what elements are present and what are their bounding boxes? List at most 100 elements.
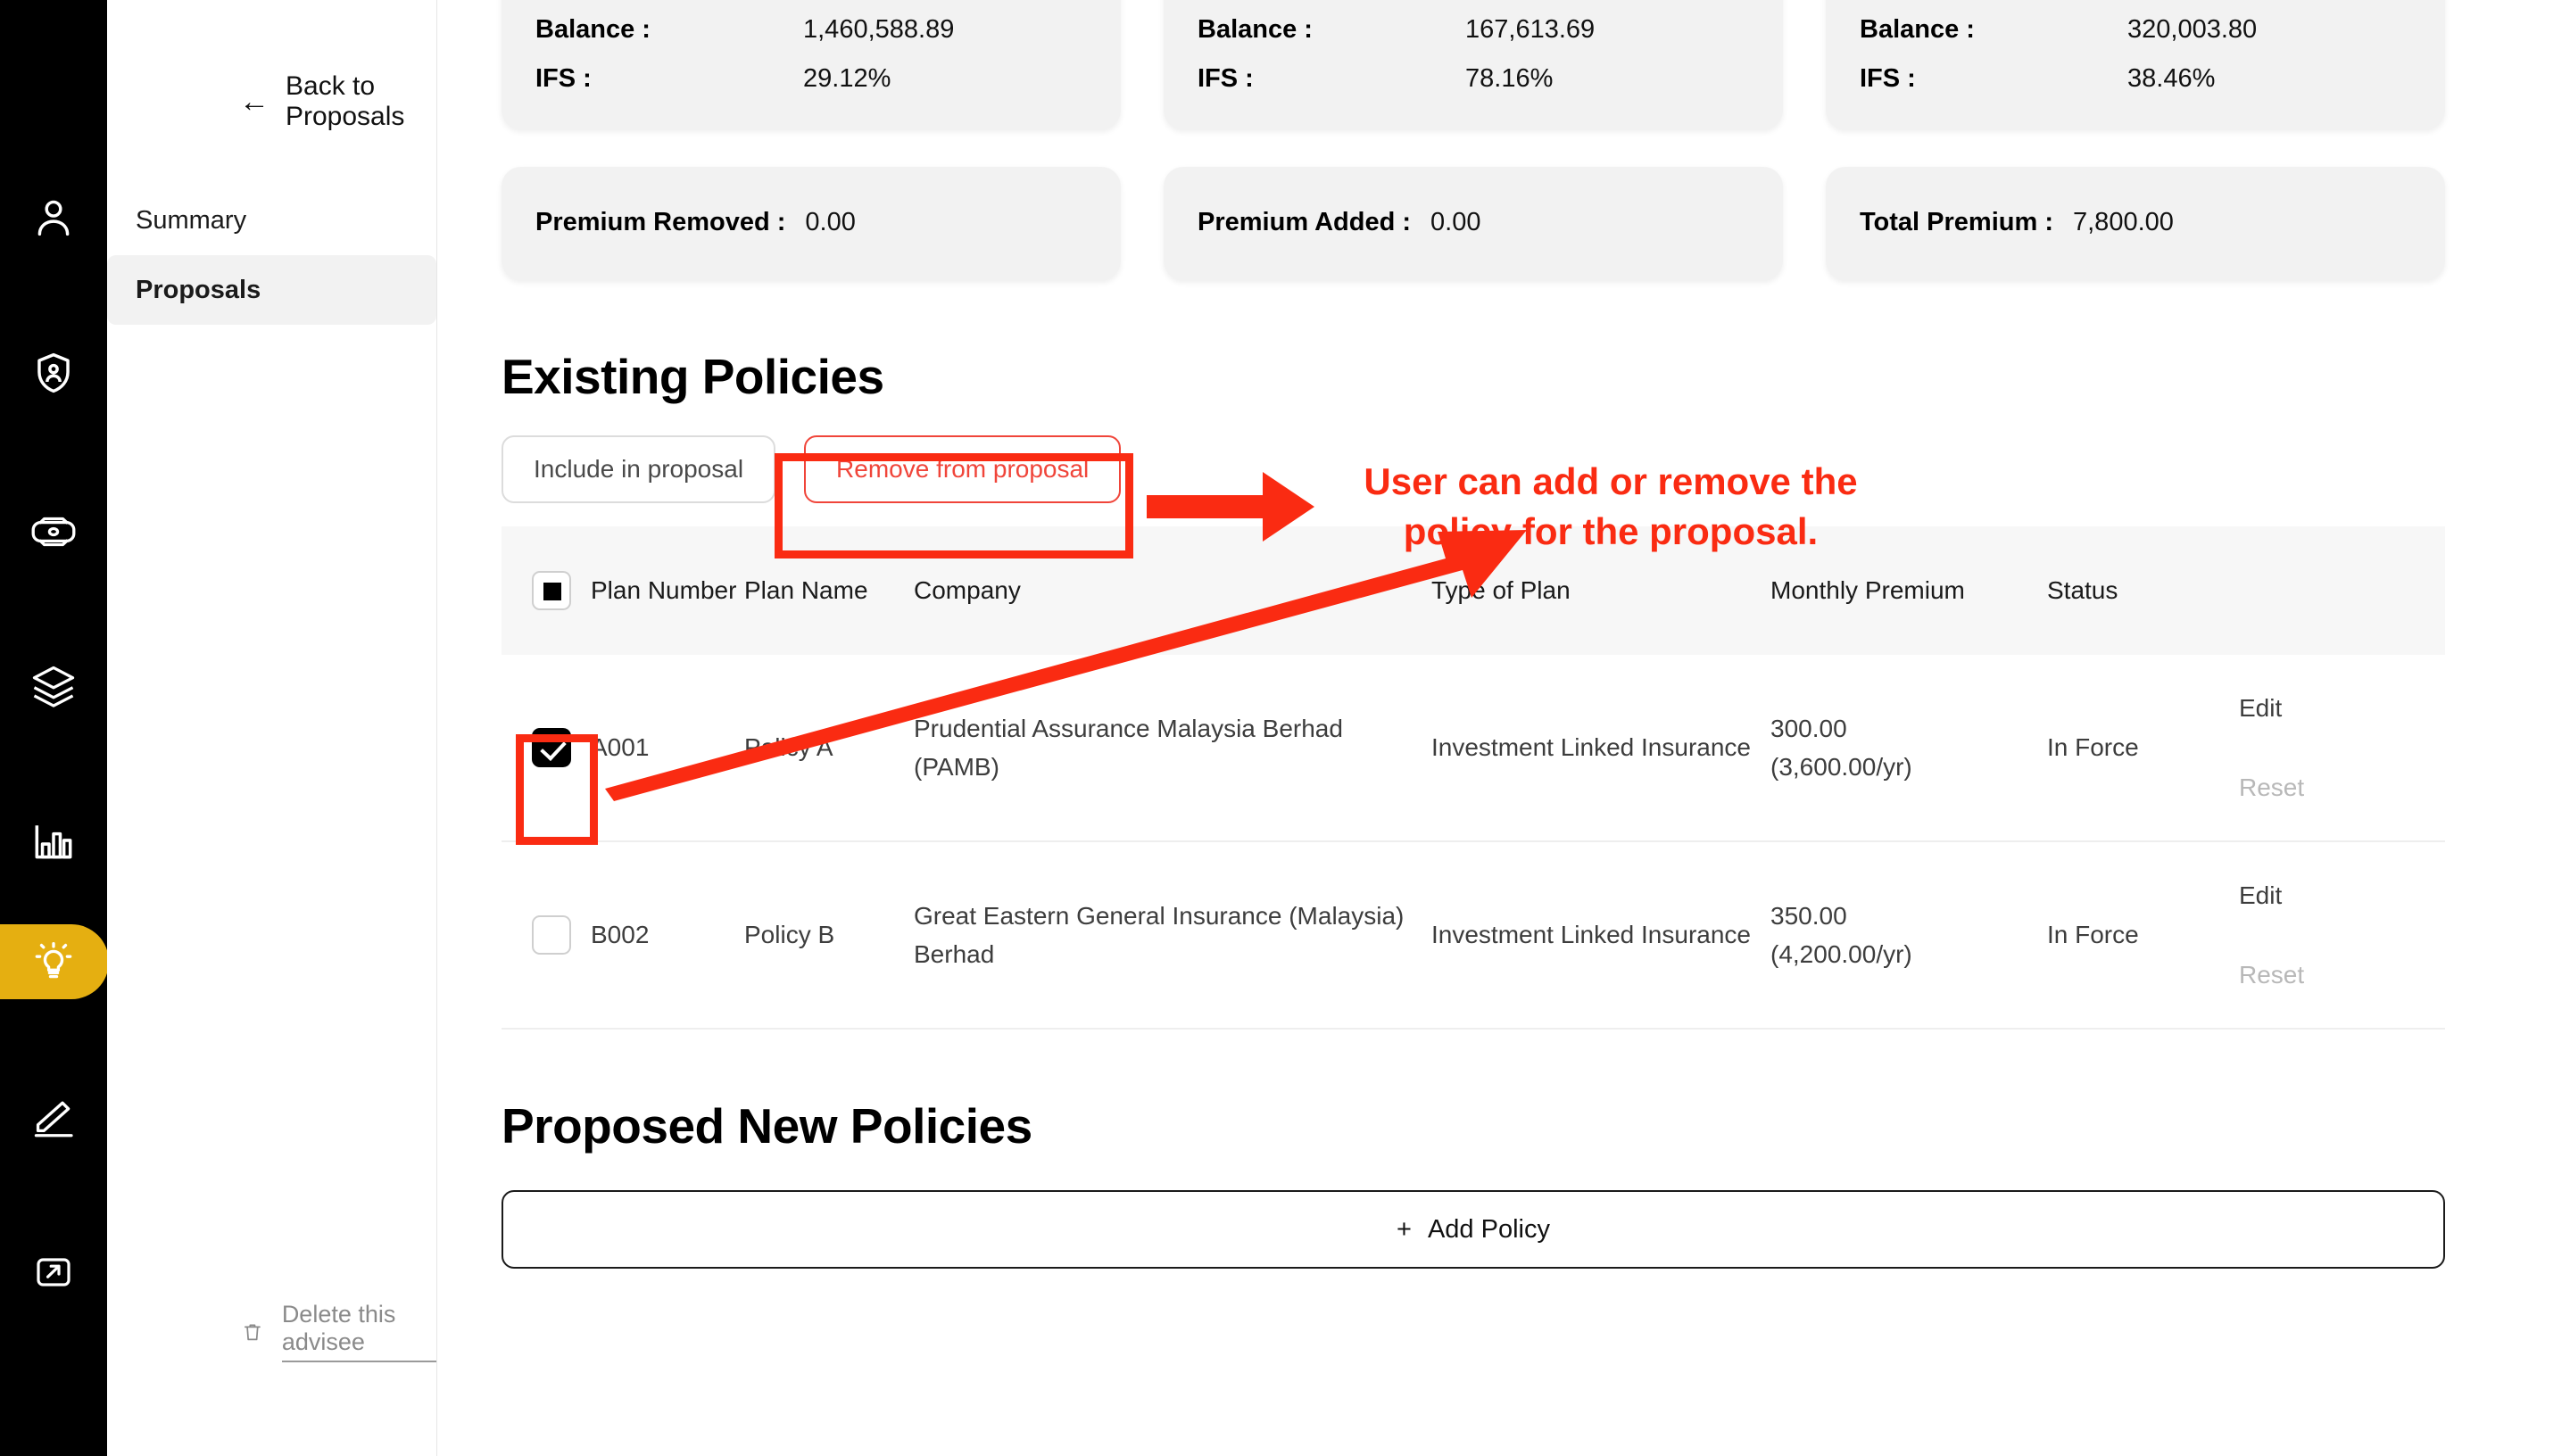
annual-premium-value: (4,200.00/yr) (1770, 940, 1912, 968)
secondary-sidebar: ← Back to Proposals Summary Proposals De… (107, 0, 437, 1456)
remove-from-proposal-button[interactable]: Remove from proposal (804, 435, 1122, 503)
table-header-row: Plan Number Plan Name Company Type of Pl… (502, 526, 2445, 655)
rail-item-analytics[interactable] (0, 799, 107, 885)
delete-advisee-label: Delete this advisee (281, 1301, 436, 1362)
cell-monthly-premium: 300.00 (3,600.00/yr) (1770, 709, 2047, 787)
total-premium-card: Total Premium : 7,800.00 (1826, 167, 2445, 280)
cell-actions: Edit Reset (2239, 689, 2445, 807)
card-key: Balance : (535, 15, 651, 44)
rail-item-proposals[interactable] (0, 919, 109, 1005)
policy-action-buttons: Include in proposal Remove from proposal (502, 435, 2445, 503)
existing-policies-table: Plan Number Plan Name Company Type of Pl… (502, 526, 2445, 1030)
card-value: 7,800.00 (2073, 208, 2174, 236)
edit-link[interactable]: Edit (2239, 689, 2445, 727)
card-value: 320,003.80 (2127, 15, 2258, 44)
pen-icon (34, 1101, 73, 1138)
cell-plan-number: B002 (591, 921, 650, 948)
card-key: Premium Removed : (535, 208, 786, 236)
rail-item-cashflow[interactable] (0, 489, 107, 575)
plus-icon: + (1397, 1214, 1412, 1244)
card-row: Balance : 1,460,588.89 (535, 15, 1087, 45)
card-key: Balance : (1860, 15, 1975, 44)
icon-rail (0, 0, 109, 1456)
cell-plan-number: A001 (591, 733, 650, 761)
card-key: Total Premium : (1860, 208, 2053, 236)
add-policy-button[interactable]: + Add Policy (502, 1190, 2445, 1269)
money-icon (31, 517, 76, 547)
person-icon (37, 200, 70, 236)
cell-status: In Force (2047, 921, 2139, 949)
app-root: ← Back to Proposals Summary Proposals De… (0, 0, 2570, 1456)
reset-link[interactable]: Reset (2239, 956, 2445, 994)
header-plan-name: Plan Name (744, 576, 868, 604)
monthly-premium-value: 300.00 (1770, 714, 1847, 742)
monthly-premium-value: 350.00 (1770, 901, 1847, 930)
header-monthly-premium: Monthly Premium (1770, 576, 1965, 605)
summary-cards: Value Proposed : 600,000.00 Balance : 1,… (502, 0, 2445, 129)
back-to-proposals-link[interactable]: ← Back to Proposals (107, 71, 436, 131)
layers-icon (32, 666, 75, 707)
card-value: 167,613.69 (1465, 15, 1596, 44)
shield-person-icon (37, 352, 70, 393)
rail-item-protection[interactable] (0, 330, 107, 416)
summary-card: Value Proposed : 600,000.00 Balance : 1,… (502, 0, 1121, 129)
table-row: B002 Policy B Great Eastern General Insu… (502, 842, 2445, 1030)
delete-advisee-button[interactable]: Delete this advisee (241, 1301, 436, 1362)
premium-cards: Premium Removed : 0.00 Premium Added : 0… (502, 167, 2445, 280)
rail-item-export[interactable] (0, 1229, 107, 1315)
header-company: Company (914, 576, 1021, 605)
card-row: Balance : 320,003.80 (1860, 15, 2411, 45)
card-row: IFS : 38.46% (1860, 64, 2411, 94)
row-select-cell (502, 728, 591, 767)
cell-company: Great Eastern General Insurance (Malaysi… (914, 901, 1405, 968)
sidebar-item-label: Proposals (136, 275, 261, 304)
cell-plan-name: Policy A (744, 733, 833, 761)
existing-policies-title: Existing Policies (502, 349, 884, 404)
header-status: Status (2047, 576, 2118, 605)
lightbulb-icon (35, 941, 72, 979)
premium-added-card: Premium Added : 0.00 (1164, 167, 1783, 280)
bar-chart-icon (35, 825, 72, 859)
rail-item-notes[interactable] (0, 1074, 107, 1160)
rail-item-assets[interactable] (0, 644, 107, 730)
summary-card: Value Proposed : 600,000.00 Balance : 16… (1164, 0, 1783, 129)
cell-status: In Force (2047, 733, 2139, 762)
card-value: 38.46% (2127, 64, 2216, 93)
sidebar-item-label: Summary (136, 205, 247, 235)
back-label: Back to Proposals (286, 71, 405, 131)
header-plan-number: Plan Number (591, 576, 737, 604)
sidebar-item-proposals[interactable]: Proposals (107, 255, 436, 325)
main-content: Value Proposed : 600,000.00 Balance : 1,… (437, 0, 2570, 1456)
row-select-cell (502, 915, 591, 955)
cell-type-of-plan: Investment Linked Insurance (1431, 733, 1751, 762)
card-key: IFS : (1860, 64, 1916, 93)
card-value: 29.12% (803, 64, 891, 93)
row-checkbox[interactable] (532, 728, 571, 767)
row-checkbox[interactable] (532, 915, 571, 955)
reset-link[interactable]: Reset (2239, 768, 2445, 807)
edit-link[interactable]: Edit (2239, 876, 2445, 914)
card-key: Balance : (1198, 15, 1313, 44)
sidebar-item-summary[interactable]: Summary (107, 186, 436, 255)
cell-monthly-premium: 350.00 (4,200.00/yr) (1770, 897, 2047, 974)
arrow-left-icon: ← (239, 85, 269, 119)
card-key: IFS : (535, 64, 592, 93)
trash-icon (244, 1324, 261, 1340)
cell-company: Prudential Assurance Malaysia Berhad (PA… (914, 714, 1343, 781)
summary-card: Value Proposed : 200,000.00 Balance : 32… (1826, 0, 2445, 129)
table-row: A001 Policy A Prudential Assurance Malay… (502, 655, 2445, 842)
cell-actions: Edit Reset (2239, 876, 2445, 995)
annual-premium-value: (3,600.00/yr) (1770, 753, 1912, 781)
rail-item-person[interactable] (0, 175, 107, 261)
cell-type-of-plan: Investment Linked Insurance (1431, 921, 1751, 949)
select-all-checkbox[interactable] (532, 571, 571, 610)
proposed-new-policies-title: Proposed New Policies (502, 1098, 1032, 1154)
header-type-of-plan: Type of Plan (1431, 576, 1571, 605)
card-key: IFS : (1198, 64, 1254, 93)
card-value: 1,460,588.89 (803, 15, 955, 44)
card-key: Premium Added : (1198, 208, 1412, 236)
card-value: 0.00 (805, 208, 856, 236)
include-in-proposal-button[interactable]: Include in proposal (502, 435, 776, 503)
card-value: 78.16% (1465, 64, 1554, 93)
card-row: Balance : 167,613.69 (1198, 15, 1749, 45)
